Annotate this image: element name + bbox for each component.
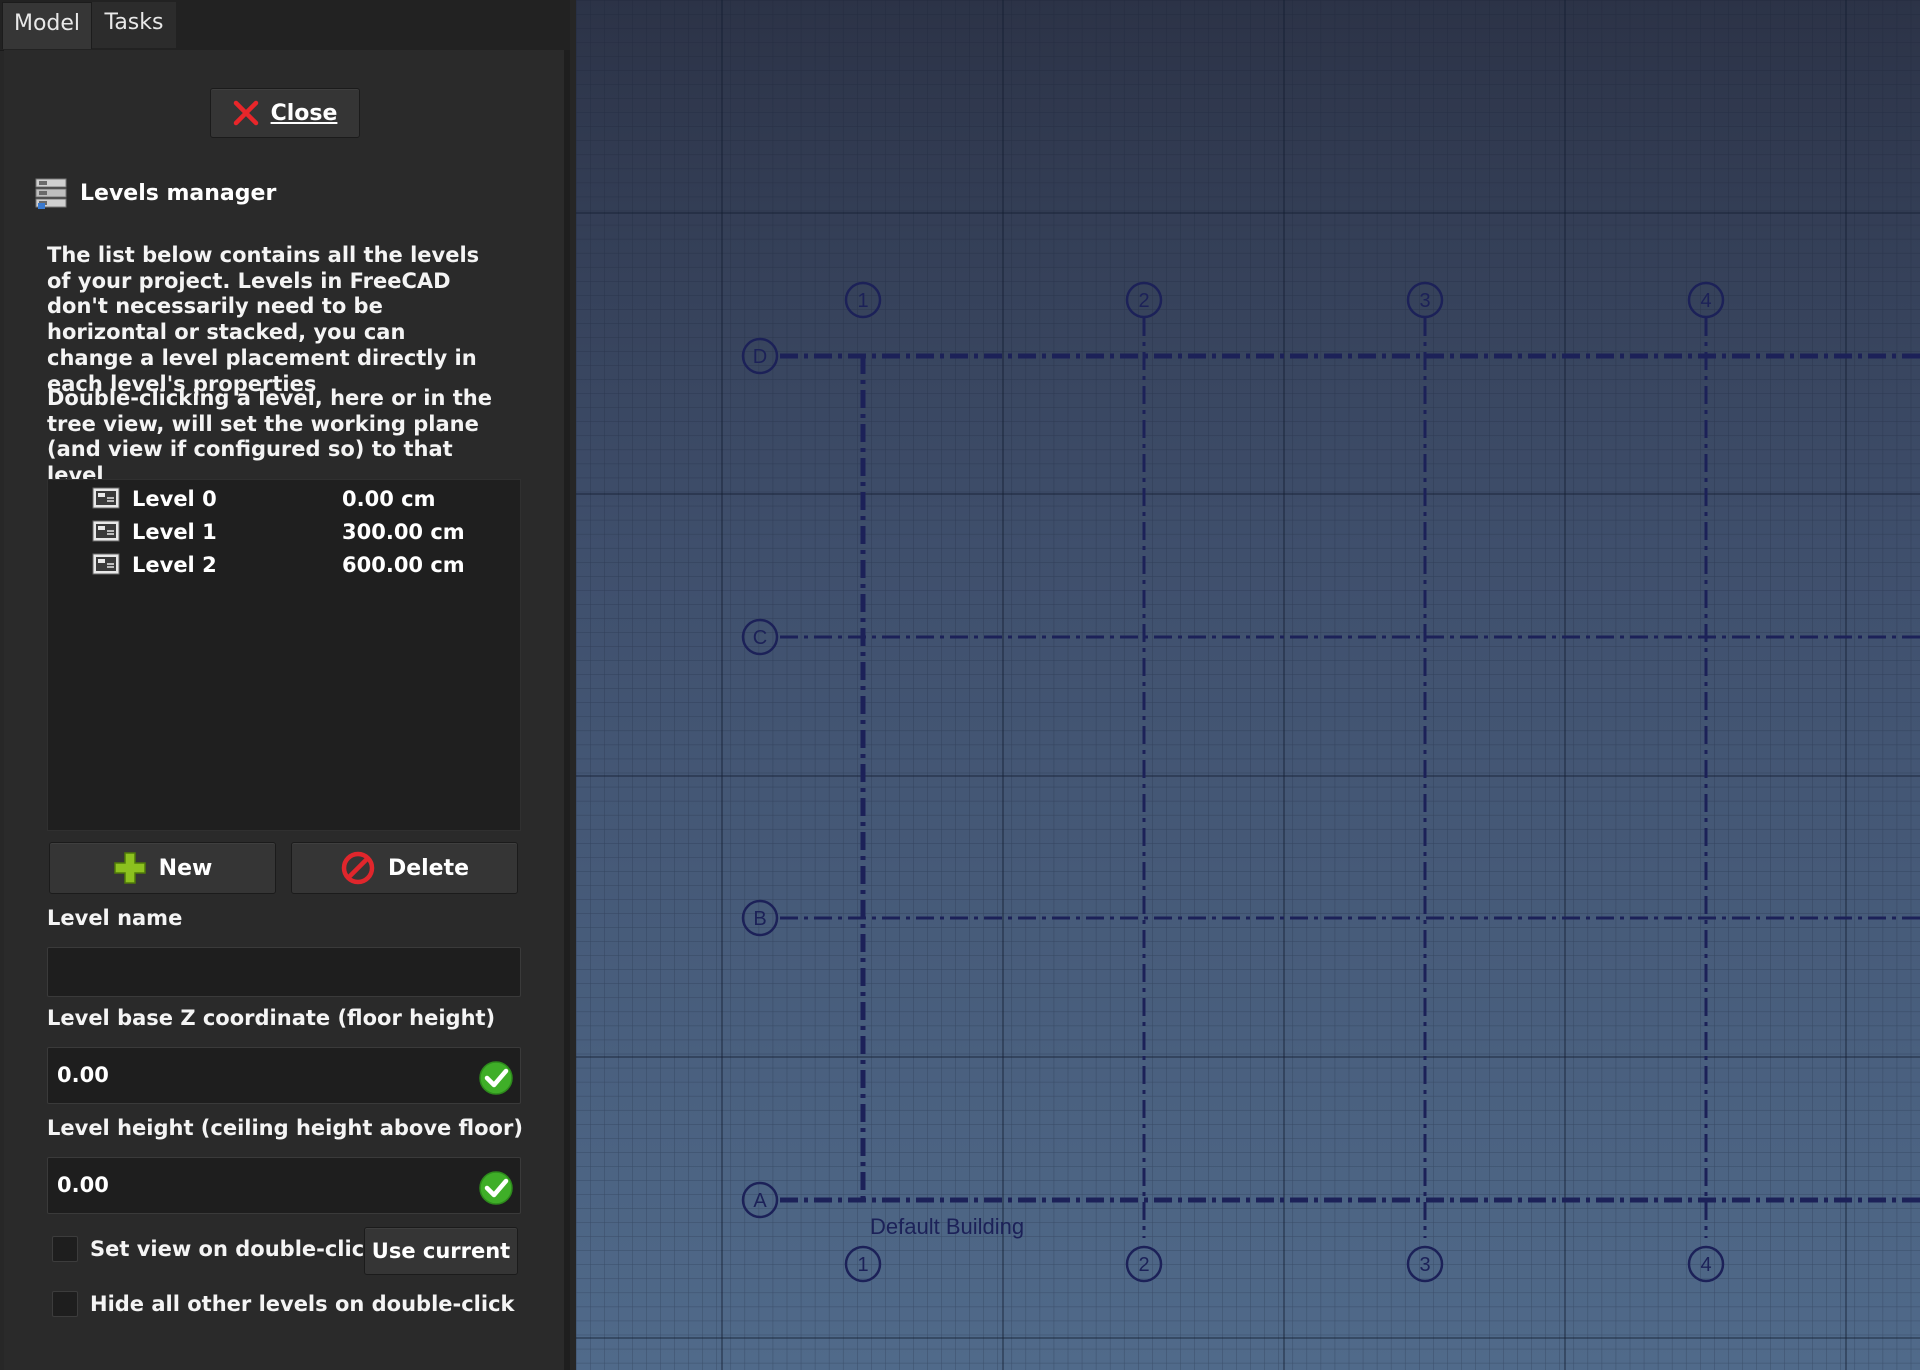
plus-icon <box>113 852 146 884</box>
level-height: 600.00 cm <box>342 553 465 577</box>
close-icon <box>233 100 258 126</box>
list-item-level-1[interactable]: Level 1 300.00 cm <box>92 517 512 547</box>
axis-label-top-3: 3 <box>1419 290 1430 312</box>
ceiling-height-label: Level height (ceiling height above floor… <box>47 1116 523 1140</box>
levels-list[interactable]: Level 0 0.00 cm Level 1 300.00 cm Level … <box>47 479 521 831</box>
3d-viewport[interactable]: 1 2 3 4 1 2 3 4 D C B A Default Building <box>576 0 1920 1370</box>
list-item-level-0[interactable]: Level 0 0.00 cm <box>92 484 512 514</box>
level-name-label: Level name <box>47 906 183 930</box>
axis-label-top-2: 2 <box>1138 290 1149 312</box>
building-label: Default Building <box>870 1214 1024 1239</box>
level-icon <box>92 487 120 509</box>
tab-bar: Model Tasks <box>0 0 570 51</box>
levels-manager-title: Levels manager <box>80 180 277 206</box>
tab-tasks[interactable]: Tasks <box>92 2 176 48</box>
floor-height-value: 0.00 <box>57 1063 109 1087</box>
delete-level-button[interactable]: Delete <box>291 842 518 894</box>
axis-label-d: D <box>753 346 767 368</box>
axis-label-bottom-2: 2 <box>1138 1254 1149 1276</box>
delete-button-label: Delete <box>387 855 470 881</box>
check-valid-icon <box>479 1171 513 1205</box>
floor-height-label: Level base Z coordinate (floor height) <box>47 1006 496 1030</box>
combo-view-panel: Model Tasks Close Levels manager The lis… <box>0 0 570 1370</box>
levels-description: The list below contains all the levels o… <box>47 243 480 396</box>
hide-levels-row[interactable]: Hide all other levels on double-click <box>52 1291 515 1317</box>
new-button-label: New <box>158 855 213 881</box>
axis-label-c: C <box>753 627 767 649</box>
ceiling-height-input[interactable]: 0.00 <box>47 1157 521 1214</box>
level-name: Level 1 <box>132 520 217 544</box>
level-icon <box>92 520 120 542</box>
level-name: Level 0 <box>132 487 217 511</box>
axis-label-top-1: 1 <box>857 290 868 312</box>
set-view-checkbox[interactable] <box>52 1236 78 1262</box>
use-current-label: Use current <box>371 1239 511 1263</box>
axis-label-top-4: 4 <box>1700 290 1711 312</box>
double-click-description: Double-clicking a level, here or in the … <box>47 386 492 488</box>
check-valid-icon <box>479 1061 513 1095</box>
use-current-button[interactable]: Use current <box>364 1227 518 1275</box>
close-button[interactable]: Close <box>210 88 360 138</box>
levels-manager-icon <box>35 178 67 209</box>
axis-label-bottom-3: 3 <box>1419 1254 1430 1276</box>
levels-manager-header: Levels manager <box>34 176 276 210</box>
working-plane-grid <box>576 0 1920 1370</box>
grid-canvas: 1 2 3 4 1 2 3 4 D C B A Default Building <box>576 0 1920 1370</box>
close-button-label: Close <box>270 100 338 126</box>
list-item-level-2[interactable]: Level 2 600.00 cm <box>92 550 512 580</box>
level-name: Level 2 <box>132 553 217 577</box>
axis-label-b: B <box>753 908 766 930</box>
level-height: 300.00 cm <box>342 520 465 544</box>
delete-icon <box>341 851 375 885</box>
new-level-button[interactable]: New <box>49 842 276 894</box>
tab-model[interactable]: Model <box>2 2 92 49</box>
axis-label-a: A <box>753 1190 767 1212</box>
axis-label-bottom-4: 4 <box>1700 1254 1711 1276</box>
hide-levels-checkbox[interactable] <box>52 1291 78 1317</box>
axis-label-bottom-1: 1 <box>857 1254 868 1276</box>
ceiling-height-value: 0.00 <box>57 1173 109 1197</box>
level-height: 0.00 cm <box>342 487 436 511</box>
hide-levels-label: Hide all other levels on double-click <box>90 1292 515 1316</box>
set-view-row[interactable]: Set view on double-click <box>52 1236 378 1262</box>
floor-height-input[interactable]: 0.00 <box>47 1047 521 1104</box>
set-view-label: Set view on double-click <box>90 1237 379 1261</box>
level-name-input[interactable] <box>47 947 521 997</box>
level-icon <box>92 553 120 575</box>
